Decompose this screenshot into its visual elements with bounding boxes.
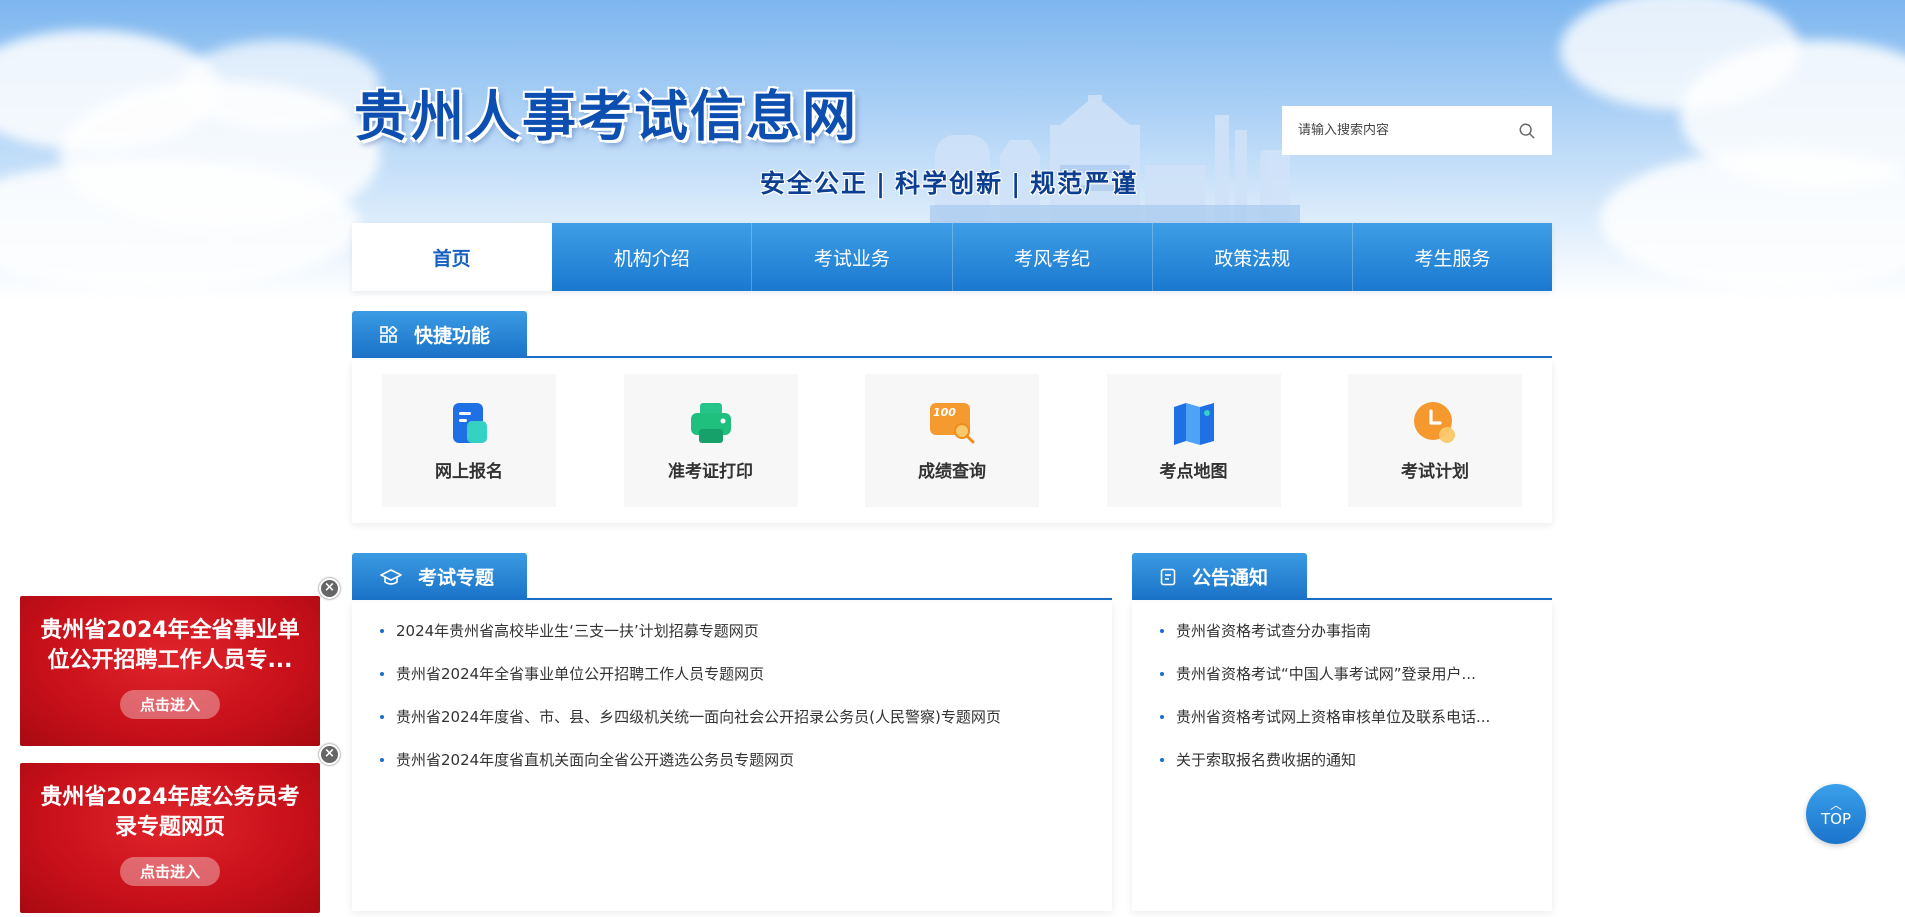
quick-item-admission-print[interactable]: 准考证打印	[623, 374, 798, 507]
quick-section-tab: 快捷功能	[352, 311, 527, 358]
search-icon[interactable]	[1518, 122, 1536, 140]
map-icon	[1173, 403, 1214, 445]
slogan-2: 科学创新	[895, 169, 1004, 198]
quick-item-label: 网上报名	[435, 462, 503, 482]
quick-item-label: 考点地图	[1159, 462, 1228, 482]
slogan-3: 规范严谨	[1030, 169, 1139, 198]
quick-item-exam-site-map[interactable]: 考点地图	[1106, 374, 1281, 507]
topics-list-panel: 2024年贵州省高校毕业生‘三支一扶’计划招募专题网页 贵州省2024年全省事业…	[352, 602, 1112, 911]
chevron-up-icon: ︿	[1829, 798, 1842, 812]
quick-section-header: 快捷功能	[352, 311, 1552, 358]
nav-item-home[interactable]: 首页	[352, 223, 553, 291]
nav-item-candidate-services[interactable]: 考生服务	[1352, 223, 1553, 291]
quick-item-exam-plan[interactable]: 考试计划	[1348, 374, 1522, 507]
notices-section-tab: 公告通知	[1132, 553, 1307, 600]
float-ad-civil-service[interactable]: 贵州省2024年度公务员考录专题网页 点击进入	[20, 763, 320, 913]
city-skyline-illustration	[930, 95, 1300, 225]
back-to-top-button[interactable]: ︿ TOP	[1806, 784, 1866, 844]
notice-link[interactable]: 贵州省资格考试查分办事指南	[1160, 620, 1552, 663]
ad-enter-button[interactable]: 点击进入	[119, 857, 220, 886]
quick-item-label: 准考证打印	[668, 462, 753, 482]
ad-close-icon[interactable]: ×	[319, 744, 340, 765]
search-box	[1282, 106, 1552, 155]
nav-item-exam-discipline[interactable]: 考风考纪	[952, 223, 1153, 291]
site-title: 贵州人事考试信息网	[354, 84, 858, 148]
quick-functions-panel: 网上报名 准考证打印 100 成绩查询 考点地图 考试计划	[352, 360, 1552, 523]
topic-link[interactable]: 2024年贵州省高校毕业生‘三支一扶’计划招募专题网页	[380, 620, 1112, 663]
notices-section-title: 公告通知	[1192, 567, 1269, 589]
slogan-1: 安全公正	[760, 169, 869, 198]
ad-close-icon[interactable]: ×	[319, 578, 340, 599]
back-to-top-label: TOP	[1820, 810, 1851, 828]
grid-icon	[380, 325, 398, 343]
graduation-cap-icon	[380, 568, 402, 585]
notices-list-panel: 贵州省资格考试查分办事指南 贵州省资格考试“中国人事考试网”登录用户... 贵州…	[1132, 602, 1552, 911]
notices-section-header: 公告通知	[1132, 553, 1552, 600]
notice-link[interactable]: 贵州省资格考试“中国人事考试网”登录用户...	[1160, 663, 1552, 706]
clock-icon	[1414, 402, 1455, 443]
topic-link[interactable]: 贵州省2024年度省直机关面向全省公开遴选公务员专题网页	[380, 749, 1112, 792]
ad-title: 贵州省2024年度公务员考录专题网页	[40, 785, 300, 840]
quick-item-score-query[interactable]: 100 成绩查询	[865, 374, 1039, 507]
score-badge-text: 100	[933, 406, 956, 419]
printer-icon	[690, 403, 731, 443]
topics-section-title: 考试专题	[418, 567, 495, 589]
ad-enter-button[interactable]: 点击进入	[119, 690, 220, 719]
slogan-separator: |	[1011, 169, 1023, 198]
nav-item-about[interactable]: 机构介绍	[552, 223, 753, 291]
topic-link[interactable]: 贵州省2024年全省事业单位公开招聘工作人员专题网页	[380, 663, 1112, 706]
main-nav: 首页 机构介绍 考试业务 考风考纪 政策法规 考生服务	[352, 223, 1553, 291]
document-icon	[1160, 568, 1176, 585]
search-input[interactable]	[1298, 123, 1518, 138]
slogan-separator: |	[876, 169, 888, 198]
quick-item-label: 考试计划	[1401, 462, 1469, 482]
ad-title: 贵州省2024年全省事业单位公开招聘工作人员专...	[40, 618, 300, 673]
score-search-icon: 100	[930, 403, 975, 444]
nav-item-exam-business[interactable]: 考试业务	[752, 223, 953, 291]
quick-section-title: 快捷功能	[414, 325, 491, 347]
site-slogan: 安全公正 | 科学创新 | 规范严谨	[760, 164, 1138, 200]
float-ad-recruitment[interactable]: 贵州省2024年全省事业单位公开招聘工作人员专... 点击进入	[20, 596, 320, 746]
quick-item-online-signup[interactable]: 网上报名	[382, 374, 556, 507]
notice-link[interactable]: 贵州省资格考试网上资格审核单位及联系电话...	[1160, 706, 1552, 749]
signup-icon	[453, 403, 487, 443]
topics-section-tab: 考试专题	[352, 553, 527, 600]
topic-link[interactable]: 贵州省2024年度省、市、县、乡四级机关统一面向社会公开招录公务员(人民警察)专…	[380, 706, 1112, 749]
quick-item-label: 成绩查询	[918, 462, 986, 482]
nav-item-policies[interactable]: 政策法规	[1152, 223, 1353, 291]
topics-section-header: 考试专题	[352, 553, 1112, 600]
notice-link[interactable]: 关于索取报名费收据的通知	[1160, 749, 1552, 792]
